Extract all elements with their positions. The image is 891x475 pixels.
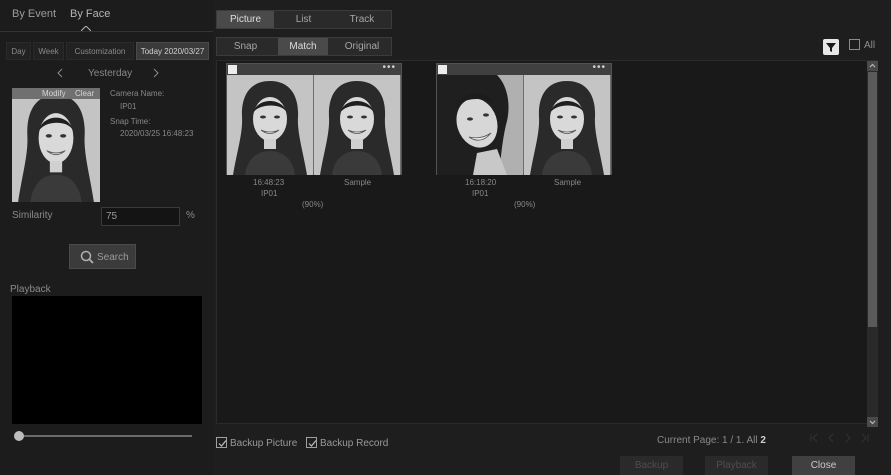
modify-button[interactable]: Modify xyxy=(42,89,66,98)
result-card[interactable]: ••• xyxy=(226,62,402,175)
similarity-unit: % xyxy=(186,210,195,221)
backup-button[interactable]: Backup xyxy=(620,456,683,475)
sample-photo xyxy=(314,75,400,175)
period-week-button[interactable]: Week xyxy=(33,42,64,60)
card-header: ••• xyxy=(437,62,611,75)
first-page-button[interactable] xyxy=(809,432,819,444)
total-count: 2 xyxy=(760,435,766,446)
snap-photo xyxy=(437,75,523,175)
sample-label: Sample xyxy=(554,178,582,187)
more-icon[interactable]: ••• xyxy=(592,62,606,73)
image-tab-group: Snap Match Original xyxy=(216,37,392,56)
scrollbar-thumb[interactable] xyxy=(868,72,877,327)
snap-time-value: 2020/03/25 16:48:23 xyxy=(120,129,194,138)
playback-button[interactable]: Playback xyxy=(705,456,768,475)
search-button[interactable]: Search xyxy=(69,244,136,269)
face-photo xyxy=(12,88,100,202)
next-page-icon xyxy=(845,433,851,443)
sample-photo xyxy=(524,75,610,175)
search-icon xyxy=(80,250,94,264)
day-label: Yesterday xyxy=(88,68,133,79)
close-button[interactable]: Close xyxy=(792,456,855,475)
snap-time: 16:18:20 xyxy=(465,178,497,187)
next-day-button[interactable] xyxy=(152,68,160,78)
playback-label: Playback xyxy=(10,284,51,295)
next-page-button[interactable] xyxy=(843,432,853,444)
sample-label: Sample xyxy=(344,178,372,187)
tab-list[interactable]: List xyxy=(275,11,332,28)
snap-time-label: Snap Time: xyxy=(110,117,151,126)
page-info-text: Current Page: 1 / 1. All xyxy=(657,435,758,446)
card-select-checkbox[interactable] xyxy=(228,65,237,74)
camera-name-value: IP01 xyxy=(120,102,137,111)
more-icon[interactable]: ••• xyxy=(382,62,396,73)
match-similarity: (90%) xyxy=(302,200,324,209)
chevron-up-icon xyxy=(869,63,876,68)
playback-slider-knob[interactable] xyxy=(14,431,24,441)
period-day-button[interactable]: Day xyxy=(6,42,31,60)
prev-day-button[interactable] xyxy=(56,68,64,78)
filter-button[interactable] xyxy=(823,39,839,55)
playback-video[interactable] xyxy=(12,296,202,424)
similarity-input[interactable] xyxy=(101,207,180,226)
thumbnail-toolbar: Modify Clear xyxy=(12,88,100,99)
snap-photo xyxy=(227,75,313,175)
last-page-icon xyxy=(861,433,869,443)
card-header: ••• xyxy=(227,62,401,75)
period-customization-button[interactable]: Customization xyxy=(66,42,134,60)
tab-match[interactable]: Match xyxy=(278,38,328,55)
tab-track[interactable]: Track xyxy=(333,11,391,28)
check-icon xyxy=(308,440,317,447)
tab-by-event[interactable]: By Event xyxy=(12,8,56,20)
tab-picture[interactable]: Picture xyxy=(217,11,274,28)
divider xyxy=(0,31,213,32)
tab-by-face[interactable]: By Face xyxy=(70,8,110,20)
playback-slider[interactable] xyxy=(18,435,192,437)
prev-page-button[interactable] xyxy=(826,432,836,444)
tab-original[interactable]: Original xyxy=(333,38,391,55)
result-card[interactable]: ••• xyxy=(436,62,612,175)
search-label: Search xyxy=(97,252,129,263)
filter-icon xyxy=(826,43,836,52)
chevron-left-icon xyxy=(57,68,63,78)
face-search-thumbnail: Modify Clear xyxy=(12,88,100,202)
chevron-down-icon xyxy=(869,420,876,425)
prev-page-icon xyxy=(828,433,834,443)
snap-camera: IP01 xyxy=(472,189,489,198)
period-today-button[interactable]: Today 2020/03/27 xyxy=(136,42,209,60)
backup-record-label: Backup Record xyxy=(320,438,389,449)
match-similarity: (90%) xyxy=(514,200,536,209)
view-tab-group: Picture List Track xyxy=(216,10,392,29)
scroll-down-button[interactable] xyxy=(867,417,878,427)
page-info: Current Page: 1 / 1. All 2 xyxy=(657,435,766,446)
snap-camera: IP01 xyxy=(261,189,278,198)
snap-time: 16:48:23 xyxy=(253,178,285,187)
scroll-up-button[interactable] xyxy=(867,61,878,71)
chevron-right-icon xyxy=(153,68,159,78)
first-page-icon xyxy=(810,433,818,443)
check-icon xyxy=(218,440,227,447)
clear-button[interactable]: Clear xyxy=(75,89,94,98)
similarity-label: Similarity xyxy=(12,210,53,221)
backup-picture-label: Backup Picture xyxy=(230,438,298,449)
select-all-label: All xyxy=(864,40,876,51)
card-select-checkbox[interactable] xyxy=(438,65,447,74)
tab-snap[interactable]: Snap xyxy=(217,38,274,55)
backup-record-checkbox[interactable] xyxy=(306,437,317,448)
backup-picture-checkbox[interactable] xyxy=(216,437,227,448)
last-page-button[interactable] xyxy=(860,432,870,444)
select-all-checkbox[interactable] xyxy=(849,39,860,50)
camera-name-label: Camera Name: xyxy=(110,89,165,98)
